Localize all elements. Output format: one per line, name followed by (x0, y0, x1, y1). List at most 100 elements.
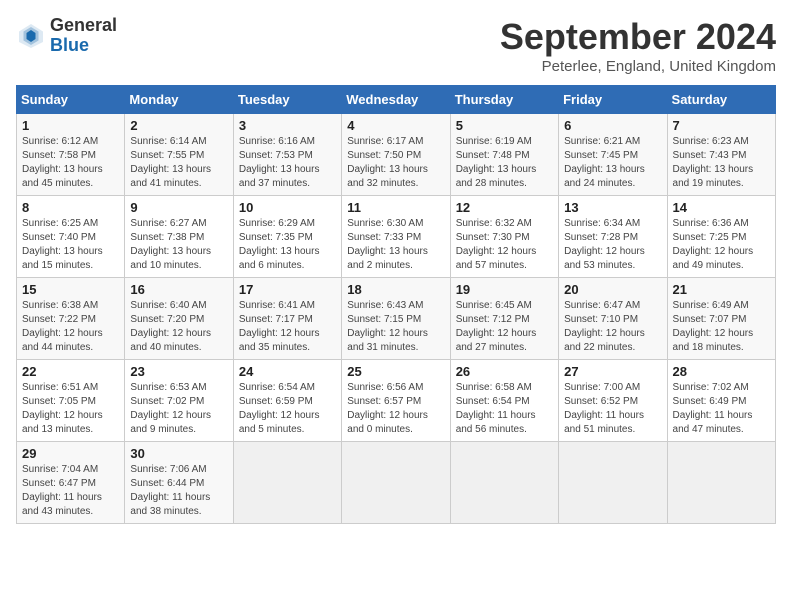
day-number: 12 (456, 200, 553, 215)
day-info: Sunrise: 6:32 AMSunset: 7:30 PMDaylight:… (456, 218, 537, 271)
day-info: Sunrise: 6:14 AMSunset: 7:55 PMDaylight:… (130, 136, 211, 189)
calendar-day-cell: 11 Sunrise: 6:30 AMSunset: 7:33 PMDaylig… (342, 196, 450, 278)
logo-text: General Blue (50, 16, 117, 56)
calendar-day-cell: 30 Sunrise: 7:06 AMSunset: 6:44 PMDaylig… (125, 442, 233, 524)
calendar-day-cell: 22 Sunrise: 6:51 AMSunset: 7:05 PMDaylig… (17, 360, 125, 442)
weekday-header-row: SundayMondayTuesdayWednesdayThursdayFrid… (17, 86, 776, 114)
day-number: 25 (347, 364, 444, 379)
day-number: 28 (673, 364, 770, 379)
day-number: 22 (22, 364, 119, 379)
calendar-day-cell: 29 Sunrise: 7:04 AMSunset: 6:47 PMDaylig… (17, 442, 125, 524)
weekday-header-cell: Saturday (667, 86, 775, 114)
day-number: 5 (456, 118, 553, 133)
logo-icon (16, 21, 46, 51)
weekday-header-cell: Thursday (450, 86, 558, 114)
logo-blue: Blue (50, 35, 89, 55)
day-number: 20 (564, 282, 661, 297)
calendar-day-cell: 27 Sunrise: 7:00 AMSunset: 6:52 PMDaylig… (559, 360, 667, 442)
calendar-day-cell: 1 Sunrise: 6:12 AMSunset: 7:58 PMDayligh… (17, 114, 125, 196)
day-info: Sunrise: 6:30 AMSunset: 7:33 PMDaylight:… (347, 218, 428, 271)
calendar-day-cell: 6 Sunrise: 6:21 AMSunset: 7:45 PMDayligh… (559, 114, 667, 196)
calendar-day-cell: 24 Sunrise: 6:54 AMSunset: 6:59 PMDaylig… (233, 360, 341, 442)
calendar-day-cell: 23 Sunrise: 6:53 AMSunset: 7:02 PMDaylig… (125, 360, 233, 442)
calendar-week-row: 29 Sunrise: 7:04 AMSunset: 6:47 PMDaylig… (17, 442, 776, 524)
day-info: Sunrise: 6:45 AMSunset: 7:12 PMDaylight:… (456, 300, 537, 353)
day-info: Sunrise: 6:34 AMSunset: 7:28 PMDaylight:… (564, 218, 645, 271)
calendar-day-cell: 10 Sunrise: 6:29 AMSunset: 7:35 PMDaylig… (233, 196, 341, 278)
weekday-header-cell: Monday (125, 86, 233, 114)
calendar-day-cell: 13 Sunrise: 6:34 AMSunset: 7:28 PMDaylig… (559, 196, 667, 278)
calendar-day-cell (559, 442, 667, 524)
day-info: Sunrise: 6:19 AMSunset: 7:48 PMDaylight:… (456, 136, 537, 189)
day-info: Sunrise: 6:51 AMSunset: 7:05 PMDaylight:… (22, 382, 103, 435)
calendar-day-cell: 3 Sunrise: 6:16 AMSunset: 7:53 PMDayligh… (233, 114, 341, 196)
calendar-day-cell (667, 442, 775, 524)
calendar-day-cell (450, 442, 558, 524)
calendar-day-cell: 18 Sunrise: 6:43 AMSunset: 7:15 PMDaylig… (342, 278, 450, 360)
day-number: 8 (22, 200, 119, 215)
day-number: 24 (239, 364, 336, 379)
day-number: 18 (347, 282, 444, 297)
day-info: Sunrise: 6:38 AMSunset: 7:22 PMDaylight:… (22, 300, 103, 353)
calendar-day-cell (342, 442, 450, 524)
day-info: Sunrise: 6:41 AMSunset: 7:17 PMDaylight:… (239, 300, 320, 353)
day-number: 15 (22, 282, 119, 297)
day-info: Sunrise: 6:16 AMSunset: 7:53 PMDaylight:… (239, 136, 320, 189)
day-number: 26 (456, 364, 553, 379)
day-info: Sunrise: 6:17 AMSunset: 7:50 PMDaylight:… (347, 136, 428, 189)
day-info: Sunrise: 7:02 AMSunset: 6:49 PMDaylight:… (673, 382, 753, 435)
day-number: 30 (130, 446, 227, 461)
day-number: 1 (22, 118, 119, 133)
header: General Blue September 2024 Peterlee, En… (16, 16, 776, 75)
day-info: Sunrise: 6:49 AMSunset: 7:07 PMDaylight:… (673, 300, 754, 353)
calendar-day-cell: 26 Sunrise: 6:58 AMSunset: 6:54 PMDaylig… (450, 360, 558, 442)
day-info: Sunrise: 6:54 AMSunset: 6:59 PMDaylight:… (239, 382, 320, 435)
weekday-header-cell: Sunday (17, 86, 125, 114)
day-info: Sunrise: 6:47 AMSunset: 7:10 PMDaylight:… (564, 300, 645, 353)
calendar-body: 1 Sunrise: 6:12 AMSunset: 7:58 PMDayligh… (17, 114, 776, 524)
calendar-day-cell: 7 Sunrise: 6:23 AMSunset: 7:43 PMDayligh… (667, 114, 775, 196)
title-block: September 2024 Peterlee, England, United… (500, 16, 776, 75)
day-info: Sunrise: 6:23 AMSunset: 7:43 PMDaylight:… (673, 136, 754, 189)
day-info: Sunrise: 6:21 AMSunset: 7:45 PMDaylight:… (564, 136, 645, 189)
calendar-day-cell: 2 Sunrise: 6:14 AMSunset: 7:55 PMDayligh… (125, 114, 233, 196)
calendar-day-cell: 9 Sunrise: 6:27 AMSunset: 7:38 PMDayligh… (125, 196, 233, 278)
day-number: 13 (564, 200, 661, 215)
day-info: Sunrise: 6:27 AMSunset: 7:38 PMDaylight:… (130, 218, 211, 271)
day-number: 19 (456, 282, 553, 297)
calendar-table: SundayMondayTuesdayWednesdayThursdayFrid… (16, 85, 776, 524)
day-info: Sunrise: 6:56 AMSunset: 6:57 PMDaylight:… (347, 382, 428, 435)
calendar-day-cell: 20 Sunrise: 6:47 AMSunset: 7:10 PMDaylig… (559, 278, 667, 360)
location-subtitle: Peterlee, England, United Kingdom (500, 58, 776, 75)
day-info: Sunrise: 7:04 AMSunset: 6:47 PMDaylight:… (22, 464, 102, 517)
day-number: 27 (564, 364, 661, 379)
calendar-week-row: 15 Sunrise: 6:38 AMSunset: 7:22 PMDaylig… (17, 278, 776, 360)
day-number: 3 (239, 118, 336, 133)
day-number: 17 (239, 282, 336, 297)
calendar-day-cell (233, 442, 341, 524)
calendar-day-cell: 12 Sunrise: 6:32 AMSunset: 7:30 PMDaylig… (450, 196, 558, 278)
calendar-day-cell: 21 Sunrise: 6:49 AMSunset: 7:07 PMDaylig… (667, 278, 775, 360)
day-info: Sunrise: 6:58 AMSunset: 6:54 PMDaylight:… (456, 382, 536, 435)
calendar-day-cell: 19 Sunrise: 6:45 AMSunset: 7:12 PMDaylig… (450, 278, 558, 360)
day-info: Sunrise: 7:06 AMSunset: 6:44 PMDaylight:… (130, 464, 210, 517)
day-number: 11 (347, 200, 444, 215)
calendar-week-row: 22 Sunrise: 6:51 AMSunset: 7:05 PMDaylig… (17, 360, 776, 442)
day-number: 10 (239, 200, 336, 215)
day-number: 29 (22, 446, 119, 461)
calendar-week-row: 8 Sunrise: 6:25 AMSunset: 7:40 PMDayligh… (17, 196, 776, 278)
calendar-day-cell: 17 Sunrise: 6:41 AMSunset: 7:17 PMDaylig… (233, 278, 341, 360)
day-number: 2 (130, 118, 227, 133)
day-info: Sunrise: 6:12 AMSunset: 7:58 PMDaylight:… (22, 136, 103, 189)
calendar-day-cell: 8 Sunrise: 6:25 AMSunset: 7:40 PMDayligh… (17, 196, 125, 278)
calendar-day-cell: 5 Sunrise: 6:19 AMSunset: 7:48 PMDayligh… (450, 114, 558, 196)
weekday-header-cell: Wednesday (342, 86, 450, 114)
month-title: September 2024 (500, 16, 776, 58)
calendar-day-cell: 4 Sunrise: 6:17 AMSunset: 7:50 PMDayligh… (342, 114, 450, 196)
day-info: Sunrise: 6:53 AMSunset: 7:02 PMDaylight:… (130, 382, 211, 435)
day-number: 6 (564, 118, 661, 133)
day-number: 23 (130, 364, 227, 379)
calendar-day-cell: 25 Sunrise: 6:56 AMSunset: 6:57 PMDaylig… (342, 360, 450, 442)
day-number: 14 (673, 200, 770, 215)
weekday-header-cell: Friday (559, 86, 667, 114)
